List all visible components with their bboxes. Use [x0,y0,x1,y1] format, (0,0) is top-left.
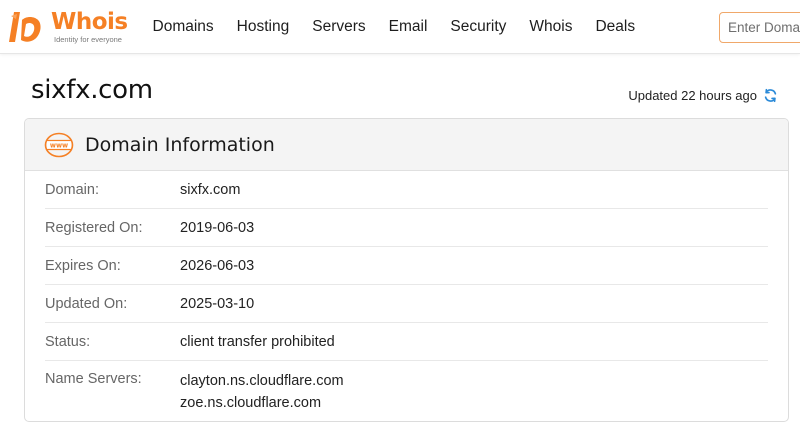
page-title: sixfx.com [31,75,153,105]
updated-text: Updated 22 hours ago [628,88,757,103]
row-label: Domain: [45,181,99,198]
row-value: 2025-03-10 [180,295,255,312]
row-value: 2019-06-03 [180,219,255,236]
info-row-expires: Expires On: 2026-06-03 [45,247,768,285]
top-navigation-bar: Whois Identity for everyone Domains Host… [0,0,800,54]
card-header: www Domain Information [25,119,788,171]
info-row-domain: Domain: sixfx.com [45,171,768,209]
info-row-registered: Registered On: 2019-06-03 [45,209,768,247]
info-row-updated: Updated On: 2025-03-10 [45,285,768,323]
nav-hosting[interactable]: Hosting [225,18,301,36]
info-row-name-servers: Name Servers: clayton.ns.cloudflare.com … [45,361,768,414]
nav-security[interactable]: Security [439,18,518,36]
row-label: Registered On: [45,219,143,236]
row-value: 2026-06-03 [180,257,255,274]
nav-servers[interactable]: Servers [301,18,377,36]
nav-whois[interactable]: Whois [518,18,584,36]
card-title: Domain Information [85,133,275,156]
row-value: sixfx.com [180,181,241,198]
name-server-list: clayton.ns.cloudflare.com zoe.ns.cloudfl… [180,370,344,414]
www-icon-text: www [50,141,68,149]
refresh-icon[interactable] [763,88,778,103]
row-label: Status: [45,333,91,350]
nav-email[interactable]: Email [377,18,439,36]
whois-logo-icon [9,12,41,42]
domain-info-table: Domain: sixfx.com Registered On: 2019-06… [25,171,788,414]
row-value: client transfer prohibited [180,333,335,350]
row-label: Name Servers: [45,371,142,387]
whois-logo[interactable]: Whois Identity for everyone [8,8,138,46]
row-label: Expires On: [45,257,121,274]
name-server-item: clayton.ns.cloudflare.com [180,373,344,389]
nav-domains[interactable]: Domains [141,18,225,36]
updated-status: Updated 22 hours ago [628,88,778,103]
nav-deals[interactable]: Deals [584,18,647,36]
www-globe-icon: www [44,132,74,157]
logo-tagline: Identity for everyone [54,35,122,44]
info-row-status: Status: client transfer prohibited [45,323,768,361]
name-server-item: zoe.ns.cloudflare.com [180,395,322,411]
logo-wordmark: Whois [51,9,128,35]
domain-search-input[interactable] [719,12,800,43]
row-label: Updated On: [45,295,128,312]
domain-information-card: www Domain Information Domain: sixfx.com… [24,118,789,422]
main-nav: Domains Hosting Servers Email Security W… [141,0,647,54]
